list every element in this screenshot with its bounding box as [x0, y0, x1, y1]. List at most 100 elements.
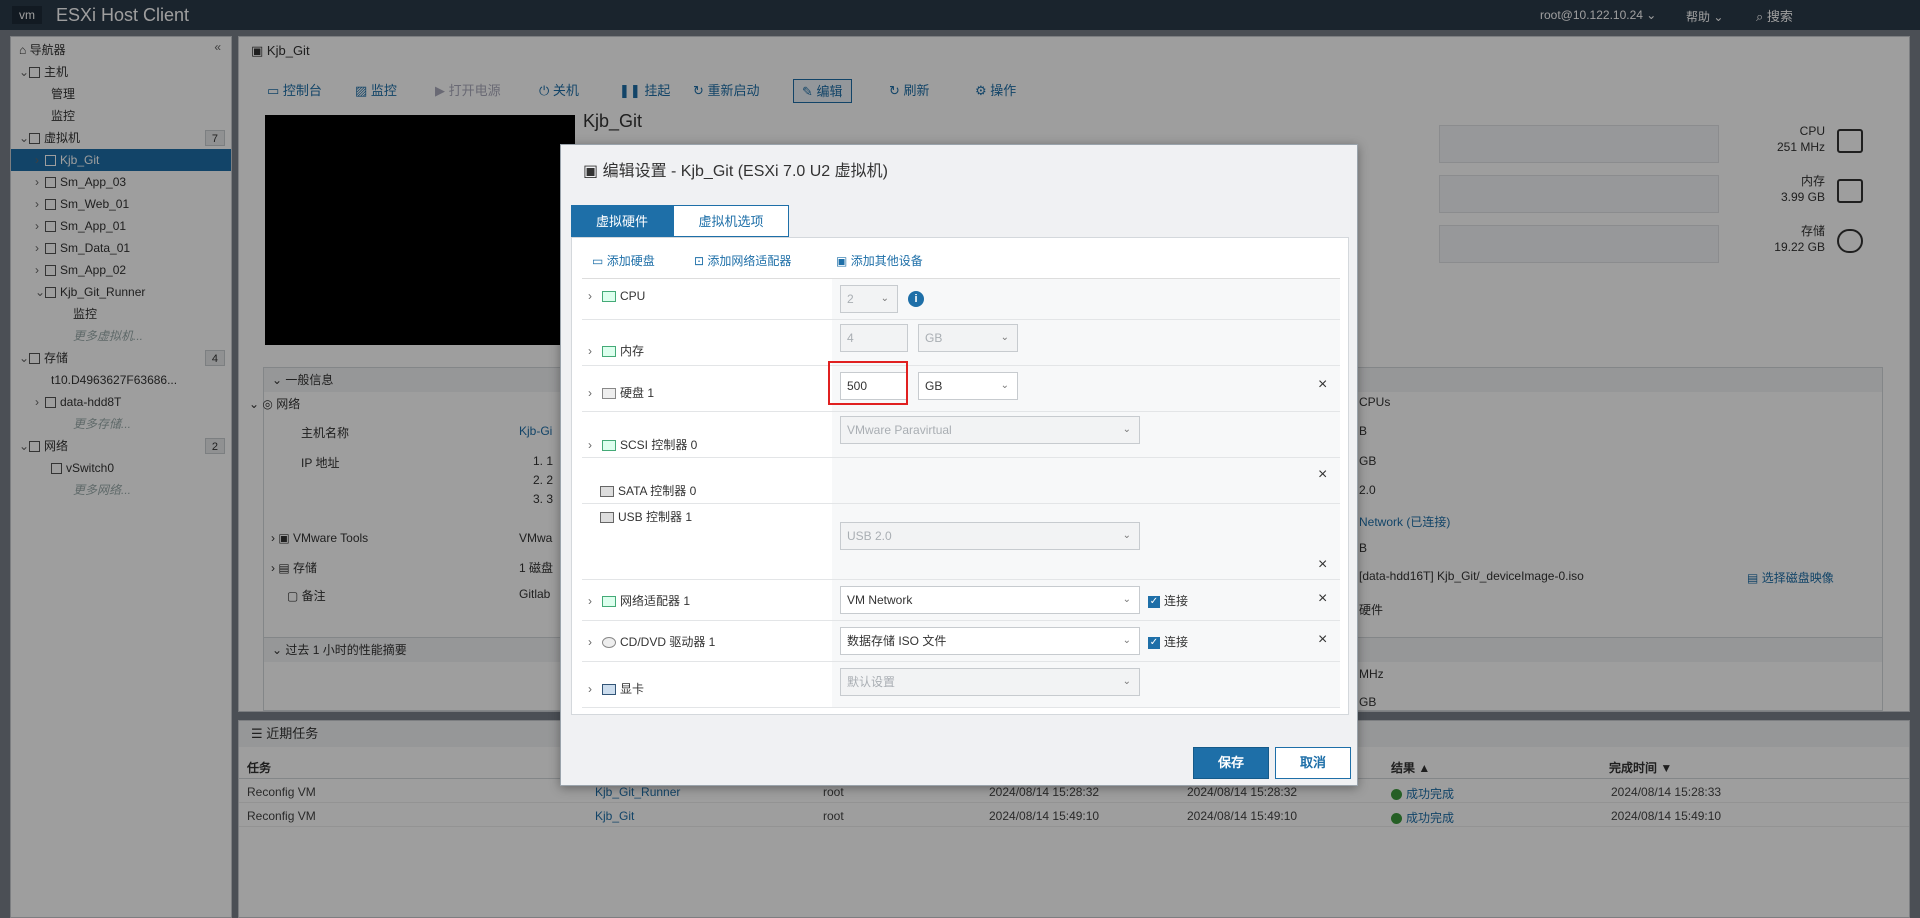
cpu-select-value: 2 [847, 292, 854, 306]
monitor-icon [602, 684, 616, 696]
hw-usb-name: USB 控制器 1 [600, 508, 692, 525]
hw-row-memory: › 内存 4 GB ⌄ [582, 320, 1340, 366]
disk-unit-value: GB [925, 379, 943, 393]
network-select[interactable]: VM Network ⌄ [840, 586, 1140, 614]
remove-cdrom-button[interactable]: × [1318, 631, 1327, 649]
cpu-icon [602, 291, 616, 303]
nic-icon [602, 596, 616, 608]
chevron-right-icon: › [588, 344, 592, 358]
nic-connect-label: 连接 [1164, 594, 1189, 608]
cdrom-connect-label: 连接 [1164, 635, 1189, 649]
hw-row-cpu: › CPU 2 ⌄ i [582, 279, 1340, 320]
checkbox-checked-icon: ✓ [1148, 595, 1160, 608]
memory-icon [602, 346, 616, 358]
disk-icon: ▭ [592, 254, 604, 268]
hw-scsi-label: SCSI 控制器 0 [620, 438, 698, 452]
hw-scsi-values: VMware Paravirtual ⌄ [832, 412, 1340, 457]
tab-vm-options[interactable]: 虚拟机选项 [673, 205, 789, 237]
hw-cdrom-label: CD/DVD 驱动器 1 [620, 635, 716, 649]
chevron-down-icon: ⌄ [1122, 676, 1131, 687]
remove-nic-button[interactable]: × [1318, 590, 1327, 608]
hw-memory-values: 4 GB ⌄ [832, 320, 1340, 365]
hw-memory-label: 内存 [620, 344, 645, 358]
hw-cpu-label: CPU [620, 289, 646, 303]
network-select-value: VM Network [847, 593, 913, 607]
disk-unit-select[interactable]: GB ⌄ [918, 372, 1018, 400]
nic-icon: ⊡ [694, 254, 705, 268]
hw-disk-values: 500 GB ⌄ × [832, 366, 1340, 411]
cd-icon [602, 637, 616, 649]
hw-cdrom-values: 数据存储 ISO 文件 ⌄ ✓ 连接 × [832, 621, 1340, 661]
hw-nic-label: 网络适配器 1 [620, 594, 691, 608]
chevron-right-icon: › [588, 289, 592, 303]
remove-usb-button[interactable]: × [1318, 556, 1327, 574]
chevron-right-icon: › [588, 682, 592, 696]
chevron-down-icon: ⌄ [1122, 530, 1131, 541]
chevron-right-icon: › [588, 438, 592, 452]
video-select[interactable]: 默认设置 ⌄ [840, 668, 1140, 696]
chevron-down-icon: ⌄ [1122, 635, 1131, 646]
usb-type-select[interactable]: USB 2.0 ⌄ [840, 522, 1140, 550]
hw-scsi-name[interactable]: › SCSI 控制器 0 [588, 436, 697, 453]
hw-video-label: 显卡 [620, 682, 645, 696]
chevron-down-icon: ⌄ [1122, 424, 1131, 435]
device-icon: ▣ [836, 254, 848, 268]
sata-icon [600, 486, 614, 498]
scsi-icon [602, 440, 616, 452]
add-other-label: 添加其他设备 [850, 254, 923, 268]
hw-video-name[interactable]: › 显卡 [588, 680, 644, 697]
hardware-list: ›CPU 2⌄ i ›内存 4 GB⌄ ›硬盘 1 500 GB⌄ [582, 278, 1340, 714]
cpu-select[interactable]: 2 ⌄ [840, 285, 898, 313]
usb-type-value: USB 2.0 [847, 529, 892, 543]
remove-sata-button[interactable]: × [1318, 466, 1327, 484]
info-icon[interactable]: i [908, 291, 924, 307]
hw-memory-name[interactable]: › 内存 [588, 342, 644, 359]
checkbox-checked-icon: ✓ [1148, 636, 1160, 649]
add-disk-button[interactable]: ▭ 添加硬盘 [592, 252, 655, 272]
hw-row-cdrom: › CD/DVD 驱动器 1 数据存储 ISO 文件 ⌄ ✓ 连接 × [582, 621, 1340, 662]
cancel-button[interactable]: 取消 [1275, 747, 1351, 779]
hw-cpu-name[interactable]: › CPU [588, 289, 645, 303]
hw-disk-name[interactable]: › 硬盘 1 [588, 384, 654, 401]
edit-settings-dialog: ▣ 编辑设置 - Kjb_Git (ESXi 7.0 U2 虚拟机) 虚拟硬件 … [560, 144, 1358, 786]
hw-sata-values: × [832, 458, 1340, 503]
hw-nic-name[interactable]: › 网络适配器 1 [588, 592, 690, 609]
hw-nic-values: VM Network ⌄ ✓ 连接 × [832, 580, 1340, 620]
memory-unit-value: GB [925, 331, 943, 345]
chevron-down-icon: ⌄ [1000, 380, 1009, 391]
chevron-down-icon: ⌄ [1122, 594, 1131, 605]
add-other-button[interactable]: ▣ 添加其他设备 [836, 252, 923, 272]
hw-row-disk: › 硬盘 1 500 GB ⌄ × [582, 366, 1340, 412]
chevron-right-icon: › [588, 635, 592, 649]
scsi-type-value: VMware Paravirtual [847, 423, 952, 437]
memory-input[interactable]: 4 [840, 324, 908, 352]
tab-virtual-hardware[interactable]: 虚拟硬件 [571, 205, 673, 237]
cdrom-connect-checkbox[interactable]: ✓ 连接 [1148, 633, 1188, 650]
hw-disk-label: 硬盘 1 [620, 386, 655, 400]
dialog-body: ▭ 添加硬盘 ⊡ 添加网络适配器 ▣ 添加其他设备 › CPU 2 ⌄ i › 内存 … [571, 237, 1349, 715]
hw-usb-label: USB 控制器 1 [618, 510, 693, 524]
cdrom-type-select[interactable]: 数据存储 ISO 文件 ⌄ [840, 627, 1140, 655]
hw-video-values: 默认设置 ⌄ [832, 662, 1340, 707]
hw-row-scsi: › SCSI 控制器 0 VMware Paravirtual ⌄ [582, 412, 1340, 458]
chevron-down-icon: ⌄ [1000, 332, 1009, 343]
hw-cdrom-name[interactable]: › CD/DVD 驱动器 1 [588, 633, 715, 650]
add-nic-label: 添加网络适配器 [707, 254, 792, 268]
chevron-right-icon: › [588, 594, 592, 608]
save-button[interactable]: 保存 [1193, 747, 1269, 779]
disk-icon [602, 388, 616, 400]
vm-icon: ▣ [583, 163, 599, 180]
hw-sata-label: SATA 控制器 0 [618, 484, 697, 498]
dialog-title: ▣ 编辑设置 - Kjb_Git (ESXi 7.0 U2 虚拟机) [583, 157, 888, 181]
remove-disk-button[interactable]: × [1318, 376, 1327, 394]
chevron-right-icon: › [588, 386, 592, 400]
nic-connect-checkbox[interactable]: ✓ 连接 [1148, 592, 1188, 609]
memory-unit-select[interactable]: GB ⌄ [918, 324, 1018, 352]
cdrom-type-value: 数据存储 ISO 文件 [847, 634, 947, 648]
scsi-type-select[interactable]: VMware Paravirtual ⌄ [840, 416, 1140, 444]
add-nic-button[interactable]: ⊡ 添加网络适配器 [694, 252, 791, 272]
hw-usb-values: USB 2.0 ⌄ × [832, 504, 1340, 579]
hw-row-sata: SATA 控制器 0 × [582, 458, 1340, 504]
disk-size-highlight [828, 361, 908, 405]
add-disk-label: 添加硬盘 [606, 254, 655, 268]
